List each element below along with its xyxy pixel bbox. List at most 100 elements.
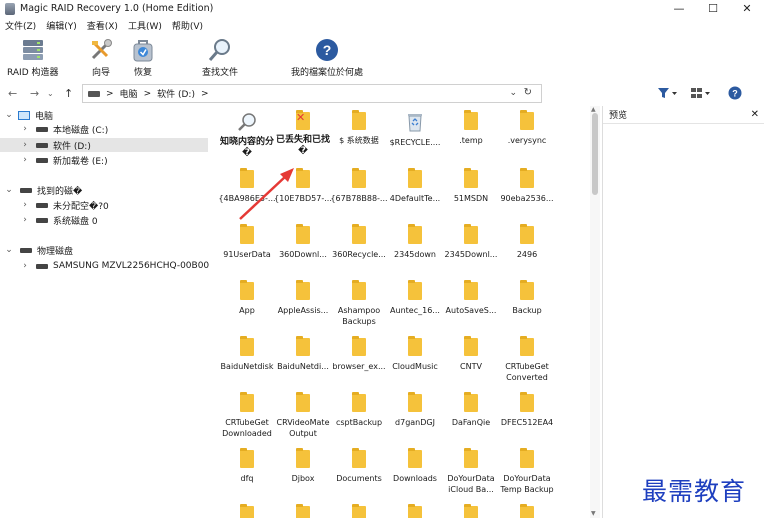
help-button[interactable]: ? — [728, 86, 742, 103]
chevron-right-icon[interactable]: › — [20, 140, 30, 150]
file-item[interactable] — [443, 504, 499, 518]
file-item[interactable]: 91UserData — [219, 224, 275, 260]
file-item[interactable]: CNTV — [443, 336, 499, 372]
file-item[interactable]: 知晓内容的分� — [219, 112, 275, 159]
menu-file[interactable]: 文件(Z) — [5, 19, 36, 32]
file-item[interactable]: Documents — [331, 448, 387, 484]
file-item[interactable]: 2345Downl... — [443, 224, 499, 260]
chevron-down-icon[interactable]: ⌄ — [4, 110, 14, 120]
forward-button[interactable]: → — [30, 87, 39, 100]
file-item[interactable]: dfq — [219, 448, 275, 484]
tree-item-computer[interactable]: ⌄ 电脑 — [4, 108, 53, 122]
file-name: 51MSDN — [453, 194, 489, 203]
file-item[interactable]: AutoSaveS... — [443, 280, 499, 316]
tree-item-drive-e[interactable]: › 新加载卷 (E:) — [20, 153, 107, 167]
file-item[interactable]: $RECYCLE.... — [387, 112, 443, 148]
chevron-down-icon[interactable]: ⌄ — [4, 245, 14, 255]
nav-dropdown-icon[interactable]: ⌄ — [47, 89, 54, 98]
file-item[interactable]: Djbox — [275, 448, 331, 484]
tree-item-physical-disks[interactable]: ⌄ 物理磁盘 — [4, 243, 73, 257]
preview-close-button[interactable]: ✕ — [751, 109, 759, 120]
file-item[interactable]: 90eba2536... — [499, 168, 555, 204]
file-item[interactable]: CloudMusic — [387, 336, 443, 372]
where-are-files-button[interactable]: ? 我的檔案位於何處 — [291, 37, 363, 78]
file-item[interactable]: Auntec_16... — [387, 280, 443, 316]
file-item[interactable] — [219, 504, 275, 518]
chevron-right-icon[interactable]: › — [20, 215, 30, 225]
recover-button[interactable]: 恢复 — [130, 37, 156, 78]
file-item[interactable]: $ 系统数据 — [331, 110, 387, 146]
file-item[interactable]: d7ganDGJ — [387, 392, 443, 428]
file-item[interactable]: BaiduNetdisk — [219, 336, 275, 372]
menu-view[interactable]: 查看(X) — [87, 19, 118, 32]
close-button[interactable]: ✕ — [730, 0, 764, 17]
file-item[interactable]: CRTubeGet Downloaded — [219, 392, 275, 439]
menu-help[interactable]: 帮助(V) — [172, 19, 203, 32]
refresh-button[interactable]: ↻ — [524, 87, 532, 98]
raid-builder-button[interactable]: RAID 构造器 — [7, 37, 59, 78]
scroll-down-icon[interactable]: ▼ — [591, 510, 596, 517]
file-item[interactable]: DoYourData Temp Backup — [499, 448, 555, 495]
folder-icon — [520, 224, 534, 244]
chevron-right-icon[interactable]: › — [20, 200, 30, 210]
file-item[interactable]: Backup — [499, 280, 555, 316]
file-item[interactable]: Downloads — [387, 448, 443, 484]
back-button[interactable]: ← — [8, 87, 17, 100]
file-item[interactable]: App — [219, 280, 275, 316]
file-name: Ashampoo Backups — [337, 306, 381, 326]
menu-tools[interactable]: 工具(W) — [128, 19, 162, 32]
path-input[interactable]: > 电脑 > 软件 (D:) > ⌄ ↻ — [82, 84, 542, 103]
file-item[interactable]: ✕ 已丢失和已找� — [275, 110, 331, 157]
minimize-button[interactable]: — — [662, 0, 696, 17]
file-item[interactable]: CRVideoMate Output — [275, 392, 331, 439]
file-item[interactable]: browser_ex... — [331, 336, 387, 372]
scroll-up-icon[interactable]: ▲ — [591, 106, 596, 113]
file-item[interactable]: Ashampoo Backups — [331, 280, 387, 327]
up-button[interactable]: ↑ — [64, 87, 73, 100]
view-mode-button[interactable] — [690, 87, 712, 102]
chevron-right-icon[interactable]: › — [20, 155, 30, 165]
breadcrumb-drive-d[interactable]: 软件 (D:) — [157, 87, 195, 100]
file-item[interactable]: AppleAssis... — [275, 280, 331, 316]
file-item[interactable]: DFEC512EA4 — [499, 392, 555, 428]
maximize-button[interactable]: ☐ — [696, 0, 730, 17]
file-name: BaiduNetdisk — [220, 362, 274, 371]
file-item[interactable]: 2345down — [387, 224, 443, 260]
file-item[interactable]: {67B78B88-... — [330, 168, 388, 204]
file-item[interactable]: BaiduNetdi... — [275, 336, 331, 372]
file-item[interactable]: 360Recycle... — [331, 224, 387, 260]
tree-item-samsung[interactable]: › SAMSUNG MZVL2256HCHQ-00B00 — [20, 259, 209, 273]
file-item[interactable] — [387, 504, 443, 518]
file-item[interactable]: .temp — [443, 110, 499, 146]
tree-item-system-disk[interactable]: › 系统磁盘 0 — [20, 213, 97, 227]
file-item[interactable]: 51MSDN — [443, 168, 499, 204]
wizard-button[interactable]: 向导 — [88, 37, 114, 78]
tree-item-unallocated[interactable]: › 未分配空�?0 — [20, 198, 109, 212]
file-item[interactable]: .verysync — [499, 110, 555, 146]
file-item[interactable] — [275, 504, 331, 518]
tree-item-found-disks[interactable]: ⌄ 找到的磁� — [4, 183, 82, 197]
folder-icon — [520, 110, 534, 130]
chevron-down-icon[interactable]: ⌄ — [4, 185, 14, 195]
file-item[interactable] — [331, 504, 387, 518]
file-item[interactable]: CRTubeGet Converted — [499, 336, 555, 383]
file-item[interactable]: 360Downl... — [275, 224, 331, 260]
path-dropdown-icon[interactable]: ⌄ — [509, 88, 517, 98]
find-files-button[interactable]: 查找文件 — [202, 37, 238, 78]
filter-button[interactable] — [657, 87, 679, 102]
tree-item-drive-d[interactable]: › 软件 (D:) — [0, 138, 208, 152]
menu-edit[interactable]: 编辑(Y) — [46, 19, 77, 32]
file-item[interactable] — [499, 504, 555, 518]
file-item[interactable]: 2496 — [499, 224, 555, 260]
file-item[interactable]: 4DefaultTe... — [387, 168, 443, 204]
breadcrumb-computer[interactable]: 电脑 — [120, 87, 138, 100]
chevron-right-icon[interactable]: › — [20, 124, 30, 134]
scroll-thumb[interactable] — [592, 113, 598, 195]
vertical-scrollbar[interactable]: ▲ ▼ — [590, 106, 600, 518]
file-item[interactable]: DaFanQie — [443, 392, 499, 428]
tree-item-drive-c[interactable]: › 本地磁盘 (C:) — [20, 122, 108, 136]
file-item[interactable]: DoYourData iCloud Ba... — [443, 448, 499, 495]
file-item[interactable]: csptBackup — [331, 392, 387, 428]
chevron-right-icon[interactable]: › — [20, 261, 30, 271]
file-name: DoYourData iCloud Ba... — [447, 474, 495, 494]
